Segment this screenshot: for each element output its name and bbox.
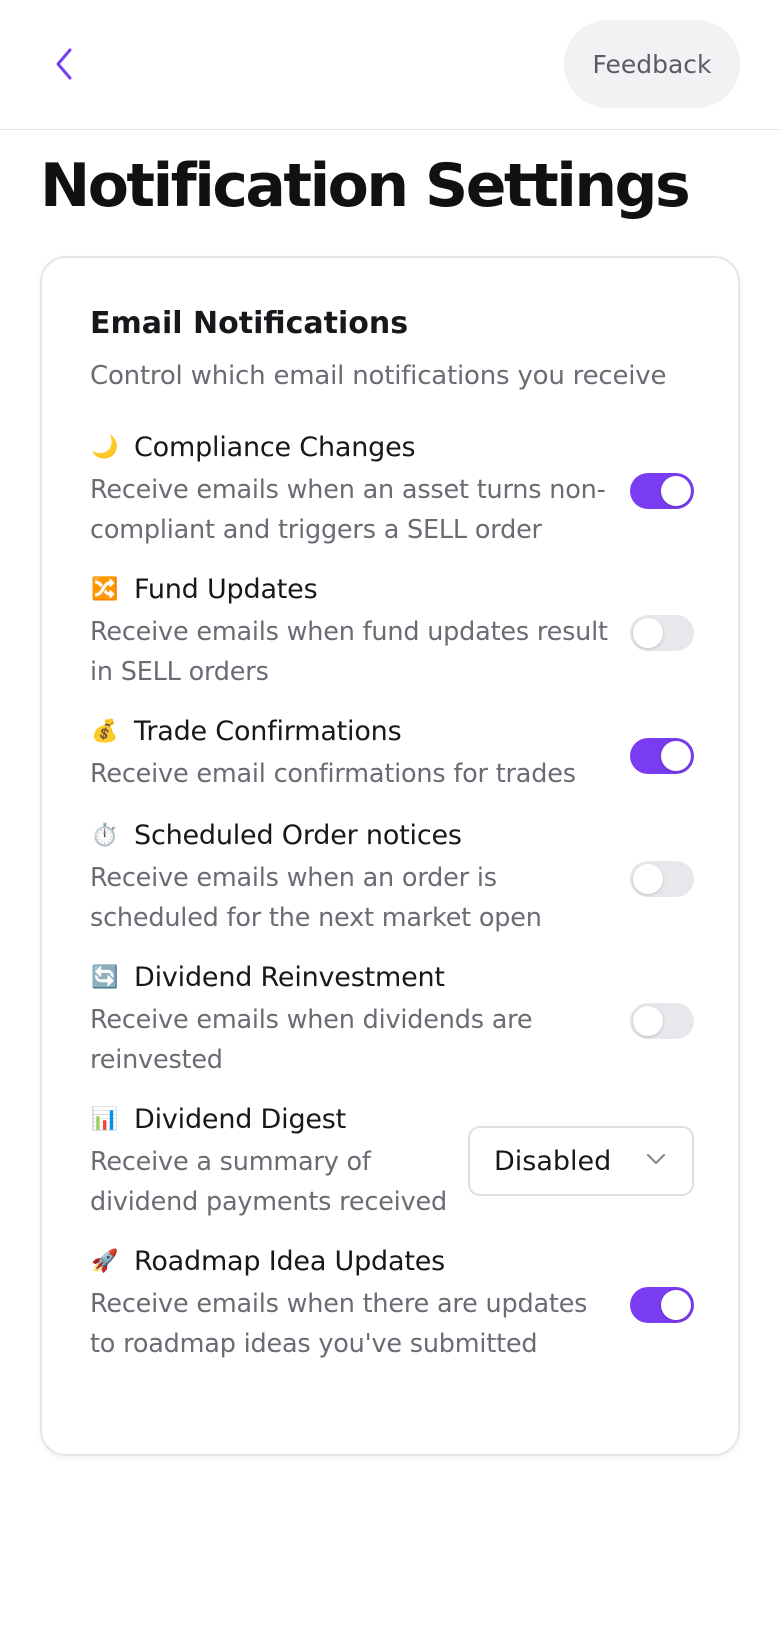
toggle-knob xyxy=(633,1006,663,1036)
back-button[interactable] xyxy=(44,40,84,88)
toggle-knob xyxy=(661,1290,691,1320)
setting-fund-updates: 🔀 Fund Updates Receive emails when fund … xyxy=(90,570,694,694)
chevron-left-icon xyxy=(56,48,72,80)
feedback-button[interactable]: Feedback xyxy=(564,20,740,108)
chevron-down-icon xyxy=(646,1153,666,1165)
fund-updates-toggle[interactable] xyxy=(630,615,694,651)
setting-description: Receive emails when dividends are reinve… xyxy=(90,1005,533,1075)
dividend-reinvestment-toggle[interactable] xyxy=(630,1003,694,1039)
trade-confirmations-toggle[interactable] xyxy=(630,738,694,774)
card-subtitle: Control which email notifications you re… xyxy=(90,361,667,391)
setting-description: Receive emails when an order is schedule… xyxy=(90,863,542,933)
setting-title: Scheduled Order notices xyxy=(134,820,462,851)
setting-description: Receive email confirmations for trades xyxy=(90,759,576,789)
setting-title: Compliance Changes xyxy=(134,432,416,463)
shuffle-icon: 🔀 xyxy=(91,577,119,602)
top-bar: Feedback xyxy=(0,0,780,130)
toggle-knob xyxy=(661,741,691,771)
setting-title: Dividend Digest xyxy=(134,1104,347,1135)
bar-chart-icon: 📊 xyxy=(91,1107,119,1132)
select-value: Disabled xyxy=(494,1145,612,1177)
setting-title: Fund Updates xyxy=(134,574,318,605)
setting-compliance-changes: 🌙 Compliance Changes Receive emails when… xyxy=(90,428,694,552)
setting-title: Roadmap Idea Updates xyxy=(134,1246,446,1277)
compliance-changes-toggle[interactable] xyxy=(630,473,694,509)
toggle-knob xyxy=(661,476,691,506)
rocket-icon: 🚀 xyxy=(91,1249,119,1274)
page-title: Notification Settings xyxy=(40,151,691,221)
setting-trade-confirmations: 💰 Trade Confirmations Receive email conf… xyxy=(90,712,694,796)
setting-description: Receive emails when an asset turns non-c… xyxy=(90,475,606,545)
scheduled-order-notices-toggle[interactable] xyxy=(630,861,694,897)
stopwatch-icon: ⏱️ xyxy=(91,823,119,848)
setting-description: Receive emails when fund updates result … xyxy=(90,617,608,687)
roadmap-idea-updates-toggle[interactable] xyxy=(630,1287,694,1323)
toggle-knob xyxy=(633,618,663,648)
setting-description: Receive a summary of dividend payments r… xyxy=(90,1147,447,1217)
money-bag-icon: 💰 xyxy=(91,719,119,744)
setting-scheduled-order-notices: ⏱️ Scheduled Order notices Receive email… xyxy=(90,816,694,940)
moon-icon: 🌙 xyxy=(91,435,119,460)
dividend-digest-select[interactable]: Disabled xyxy=(468,1126,694,1196)
setting-title: Dividend Reinvestment xyxy=(134,962,445,993)
setting-dividend-reinvestment: 🔄 Dividend Reinvestment Receive emails w… xyxy=(90,958,694,1082)
setting-description: Receive emails when there are updates to… xyxy=(90,1289,588,1359)
setting-title: Trade Confirmations xyxy=(134,716,402,747)
refresh-icon: 🔄 xyxy=(91,965,119,990)
email-notifications-card: Email Notifications Control which email … xyxy=(40,256,740,1456)
setting-roadmap-idea-updates: 🚀 Roadmap Idea Updates Receive emails wh… xyxy=(90,1242,694,1366)
setting-dividend-digest: 📊 Dividend Digest Receive a summary of d… xyxy=(90,1100,694,1224)
card-title: Email Notifications xyxy=(90,306,409,341)
toggle-knob xyxy=(633,864,663,894)
